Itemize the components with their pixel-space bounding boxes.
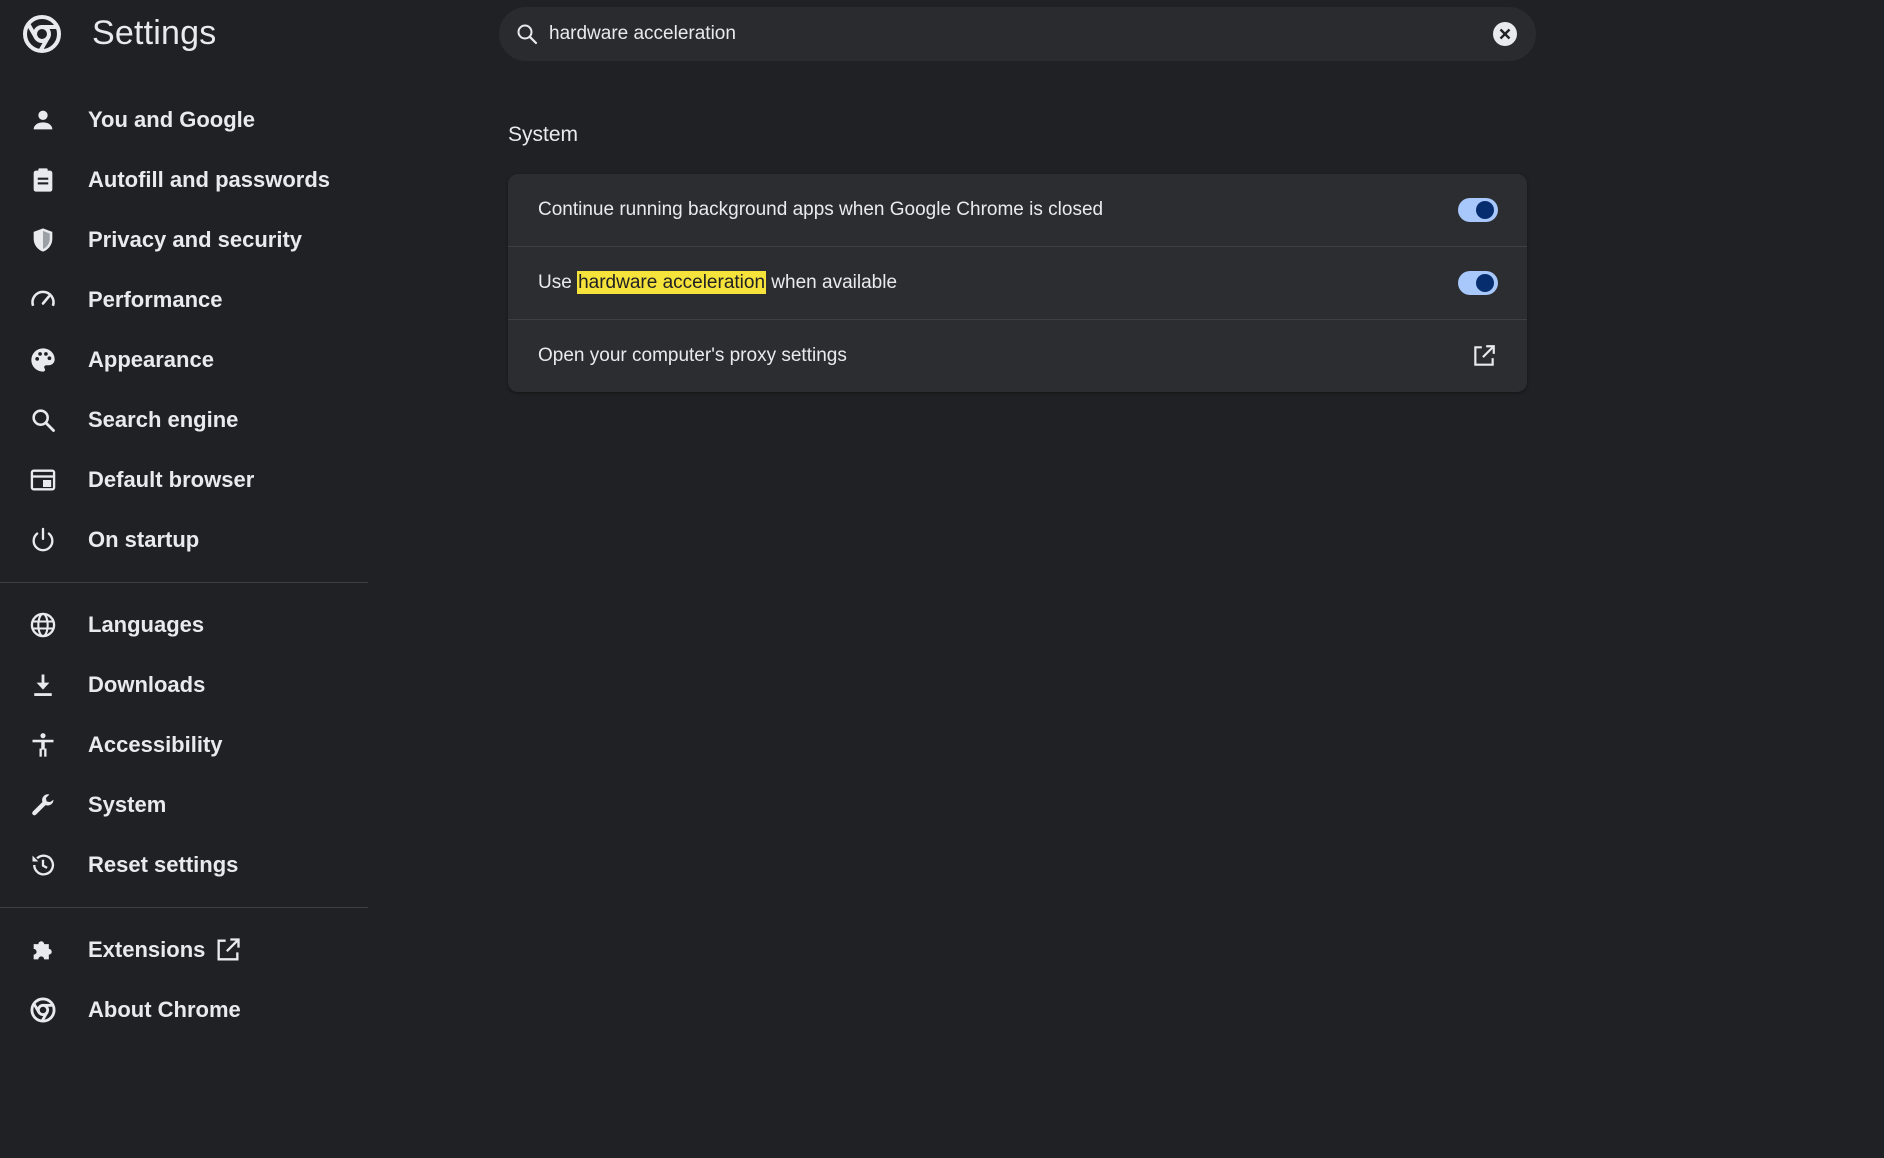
sidebar-item-label: Performance bbox=[88, 287, 223, 312]
power-icon bbox=[29, 526, 57, 554]
section-title: System bbox=[508, 123, 579, 146]
label-prefix: Use bbox=[538, 272, 578, 293]
sidebar-item-default-browser[interactable]: Default browser bbox=[0, 450, 368, 510]
sidebar-item-label: Downloads bbox=[88, 672, 206, 697]
search-icon bbox=[29, 406, 57, 434]
open-in-new-icon bbox=[214, 936, 242, 964]
sidebar-item-appearance[interactable]: Appearance bbox=[0, 330, 368, 390]
speedometer-icon bbox=[29, 286, 57, 314]
sidebar-item-label: On startup bbox=[88, 527, 200, 552]
setting-label: Use hardware acceleration when available bbox=[538, 271, 898, 294]
sidebar-item-label: Extensions bbox=[88, 937, 206, 962]
setting-row-hardware-acceleration[interactable]: Use hardware acceleration when available bbox=[508, 247, 1527, 319]
sidebar-item-autofill[interactable]: Autofill and passwords bbox=[0, 150, 368, 210]
wrench-icon bbox=[29, 791, 57, 819]
sidebar-item-label: Default browser bbox=[88, 467, 255, 492]
background-apps-toggle[interactable] bbox=[1458, 198, 1498, 222]
sidebar: You and Google Autofill and passwords Pr… bbox=[0, 90, 368, 1040]
open-in-new-icon[interactable] bbox=[1471, 343, 1497, 369]
sidebar-item-label: Autofill and passwords bbox=[88, 167, 331, 192]
search-icon bbox=[515, 22, 539, 46]
label-suffix: when available bbox=[766, 272, 898, 293]
sidebar-item-label: Languages bbox=[88, 612, 205, 637]
person-icon bbox=[29, 106, 57, 134]
chrome-icon bbox=[29, 996, 57, 1024]
shield-icon bbox=[29, 226, 57, 254]
search-highlight: hardware acceleration bbox=[577, 271, 767, 294]
sidebar-item-label: Search engine bbox=[88, 407, 239, 432]
sidebar-item-label: About Chrome bbox=[88, 997, 241, 1022]
toggle-knob bbox=[1476, 201, 1494, 219]
sidebar-item-label: Privacy and security bbox=[88, 227, 303, 252]
sidebar-item-accessibility[interactable]: Accessibility bbox=[0, 715, 368, 775]
system-settings-card: Continue running background apps when Go… bbox=[508, 174, 1527, 392]
page-title: Settings bbox=[92, 14, 217, 52]
sidebar-item-label: You and Google bbox=[88, 107, 256, 132]
setting-label: Continue running background apps when Go… bbox=[538, 199, 1104, 220]
history-icon bbox=[29, 851, 57, 879]
sidebar-divider bbox=[0, 907, 368, 908]
sidebar-item-about-chrome[interactable]: About Chrome bbox=[0, 980, 368, 1040]
globe-icon bbox=[29, 611, 57, 639]
sidebar-item-label: System bbox=[88, 792, 167, 817]
puzzle-icon bbox=[29, 936, 57, 964]
clear-search-icon[interactable] bbox=[1492, 21, 1518, 47]
sidebar-item-downloads[interactable]: Downloads bbox=[0, 655, 368, 715]
sidebar-item-privacy[interactable]: Privacy and security bbox=[0, 210, 368, 270]
search-input[interactable] bbox=[549, 7, 1449, 61]
sidebar-item-you-and-google[interactable]: You and Google bbox=[0, 90, 368, 150]
setting-label: Open your computer's proxy settings bbox=[538, 345, 847, 366]
browser-window-icon bbox=[29, 466, 57, 494]
sidebar-item-on-startup[interactable]: On startup bbox=[0, 510, 368, 570]
palette-icon bbox=[29, 346, 57, 374]
clipboard-icon bbox=[29, 166, 57, 194]
sidebar-item-search-engine[interactable]: Search engine bbox=[0, 390, 368, 450]
sidebar-item-reset-settings[interactable]: Reset settings bbox=[0, 835, 368, 895]
chrome-logo-icon bbox=[22, 14, 62, 54]
sidebar-divider bbox=[0, 582, 368, 583]
setting-row-proxy[interactable]: Open your computer's proxy settings bbox=[508, 320, 1527, 392]
hardware-acceleration-toggle[interactable] bbox=[1458, 271, 1498, 295]
accessibility-icon bbox=[29, 731, 57, 759]
sidebar-item-languages[interactable]: Languages bbox=[0, 595, 368, 655]
sidebar-item-label: Reset settings bbox=[88, 852, 239, 877]
setting-row-background-apps[interactable]: Continue running background apps when Go… bbox=[508, 174, 1527, 246]
sidebar-item-label: Appearance bbox=[88, 347, 214, 372]
sidebar-item-performance[interactable]: Performance bbox=[0, 270, 368, 330]
sidebar-item-label: Accessibility bbox=[88, 732, 223, 757]
search-bar[interactable] bbox=[499, 7, 1536, 61]
settings-window: Settings You and Google bbox=[0, 0, 1884, 1158]
download-icon bbox=[29, 671, 57, 699]
sidebar-item-extensions[interactable]: Extensions bbox=[0, 920, 368, 980]
toggle-knob bbox=[1476, 274, 1494, 292]
sidebar-item-system[interactable]: System bbox=[0, 775, 368, 835]
